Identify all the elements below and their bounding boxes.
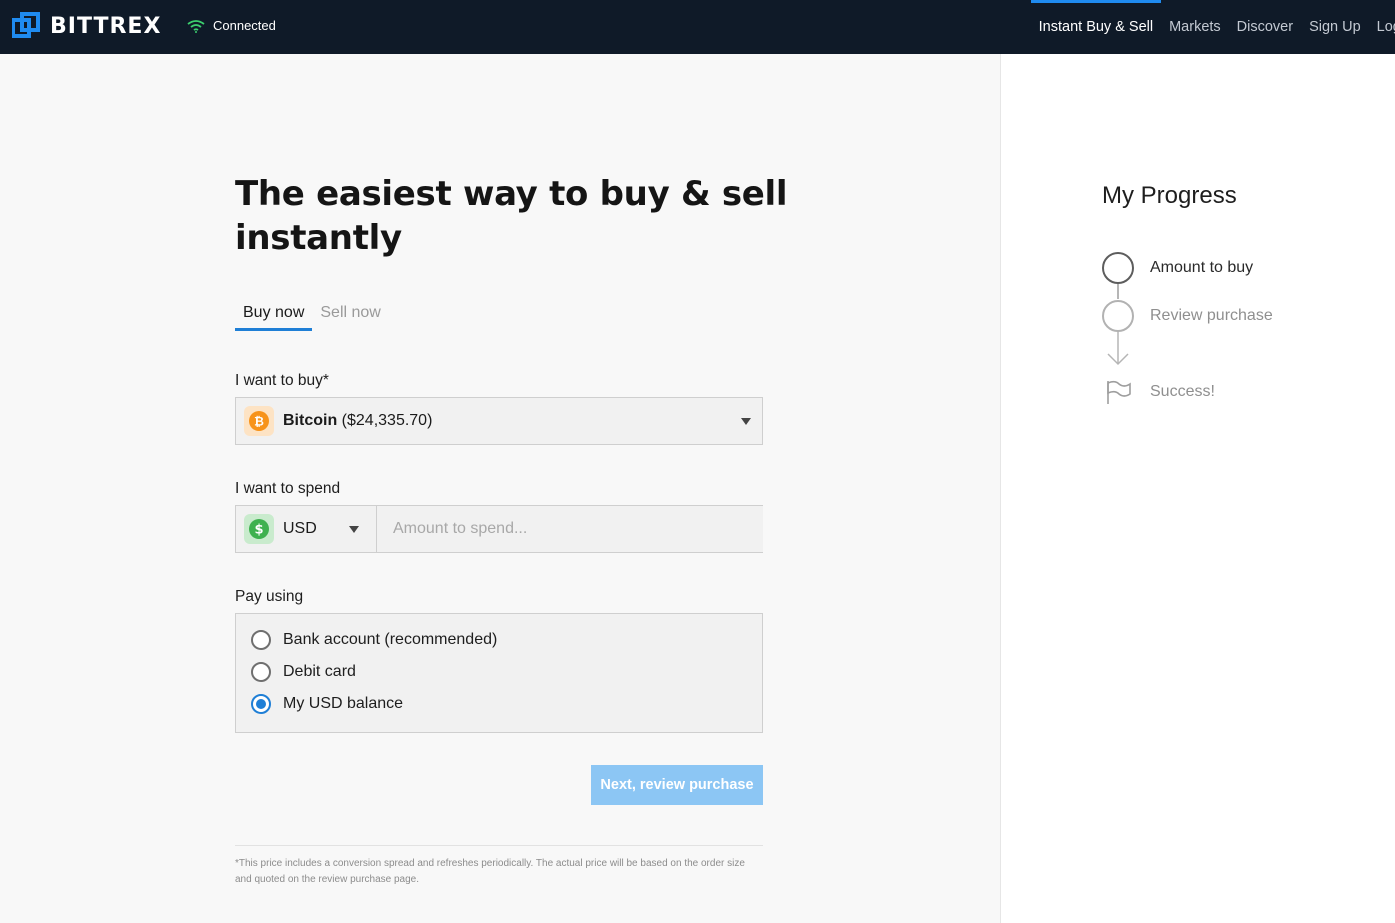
chevron-down-icon: [349, 526, 359, 533]
payment-option-bank[interactable]: Bank account (recommended): [251, 630, 497, 650]
asset-select-value: Bitcoin ($24,335.70): [283, 412, 432, 430]
step-review-purchase: Review purchase: [1150, 307, 1273, 324]
page-title: The easiest way to buy & sell instantly: [235, 174, 788, 258]
nav-discover[interactable]: Discover: [1229, 0, 1301, 54]
svg-text:₿: ₿: [254, 415, 264, 429]
step-circle-review: [1102, 300, 1134, 332]
payment-option-label: My USD balance: [283, 695, 404, 712]
currency-select[interactable]: $ USD: [236, 506, 376, 552]
divider: [235, 845, 763, 846]
asset-name: Bitcoin: [283, 412, 338, 429]
spend-field-group: $ USD: [235, 505, 763, 553]
radio-usd-balance[interactable]: [251, 694, 271, 714]
chevron-down-icon: [741, 418, 751, 425]
nav-sign-up[interactable]: Sign Up: [1301, 0, 1369, 54]
radio-bank[interactable]: [251, 630, 271, 650]
svg-text:$: $: [254, 523, 263, 538]
spend-field-label: I want to spend: [235, 480, 341, 497]
payment-option-label: Debit card: [283, 663, 356, 680]
progress-title: My Progress: [1102, 182, 1237, 209]
nav-markets[interactable]: Markets: [1161, 0, 1229, 54]
radio-debit[interactable]: [251, 662, 271, 682]
nav-log-in[interactable]: Log In: [1369, 0, 1395, 54]
tab-sell-now[interactable]: Sell now: [312, 300, 388, 331]
payment-option-label: Bank account (recommended): [283, 631, 498, 648]
progress-panel: My Progress Amount to buy Review purchas…: [1000, 54, 1395, 923]
main-nav: Instant Buy & Sell Markets Discover Sign…: [1030, 0, 1395, 54]
currency-value: USD: [283, 520, 317, 537]
buy-field-label: I want to buy*: [235, 372, 329, 389]
step-circle-amount: [1102, 252, 1134, 284]
payment-option-usd-balance[interactable]: My USD balance: [251, 694, 403, 714]
top-navigation-bar: BITTREX Connected Instant Buy & Sell Mar…: [0, 0, 1395, 54]
step-success: Success!: [1150, 383, 1215, 400]
flag-icon: [1107, 380, 1131, 404]
dollar-icon: $: [244, 514, 274, 544]
nav-instant-buy-sell[interactable]: Instant Buy & Sell: [1030, 0, 1162, 54]
price-footnote: *This price includes a conversion spread…: [235, 858, 745, 885]
payment-option-debit[interactable]: Debit card: [251, 662, 356, 682]
step-amount-to-buy: Amount to buy: [1150, 259, 1254, 276]
pay-field-label: Pay using: [235, 588, 304, 605]
payment-method-group: Bank account (recommended) Debit card My…: [235, 613, 763, 733]
asset-price: ($24,335.70): [341, 412, 433, 429]
nav-clip: Instant Buy & Sell Markets Discover Sign…: [0, 0, 1395, 54]
asset-select[interactable]: ₿ Bitcoin ($24,335.70): [235, 397, 763, 445]
tab-buy-now[interactable]: Buy now: [235, 300, 313, 331]
buy-sell-tabs: Buy now Sell now: [235, 300, 389, 331]
amount-input[interactable]: [376, 506, 763, 552]
next-review-purchase-button[interactable]: Next, review purchase: [591, 765, 763, 805]
bitcoin-icon: ₿: [244, 406, 274, 436]
